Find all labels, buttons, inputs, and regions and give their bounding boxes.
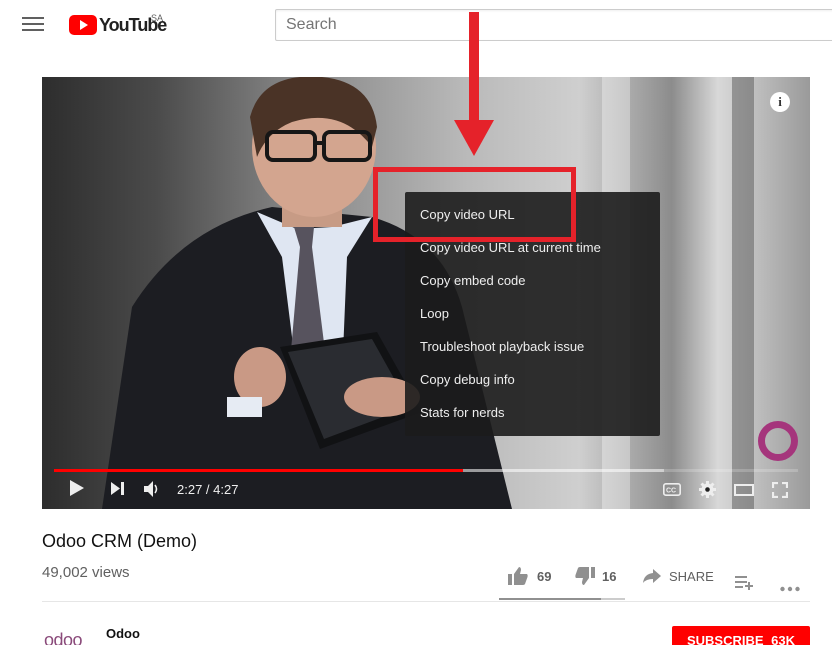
current-time: 2:27 [177, 482, 203, 497]
channel-watermark[interactable] [758, 421, 798, 461]
context-menu-item[interactable]: Copy embed code [405, 264, 660, 297]
subscribe-button[interactable]: SUBSCRIBE 63K [672, 626, 810, 645]
time-separator: / [202, 482, 214, 497]
youtube-watch-page: YouTube SA Search i 2:27 / 4:27 CC Copy … [0, 0, 832, 645]
thumbs-up-icon [508, 567, 528, 585]
context-menu-item[interactable]: Copy debug info [405, 363, 660, 396]
sentiment-like-part [499, 598, 602, 600]
fullscreen-icon[interactable] [772, 482, 788, 498]
share-arrow-icon [643, 569, 661, 583]
channel-name[interactable]: Odoo [106, 626, 140, 641]
thumbs-down-icon [575, 567, 595, 585]
subscriber-count: 63K [771, 633, 796, 645]
settings-gear-icon[interactable] [699, 481, 716, 498]
sentiment-bar [499, 598, 625, 600]
more-actions-icon[interactable] [780, 574, 800, 604]
video-title: Odoo CRM (Demo) [42, 531, 198, 551]
masthead: YouTube SA [0, 0, 832, 52]
menu-icon[interactable] [22, 17, 44, 33]
view-count: 49,002 views [42, 564, 130, 581]
volume-icon[interactable] [144, 481, 160, 497]
play-icon[interactable] [70, 480, 84, 496]
context-menu-item[interactable]: Troubleshoot playback issue [405, 330, 660, 363]
next-icon[interactable] [111, 482, 124, 495]
play-logo-icon [69, 15, 97, 35]
like-count: 69 [537, 568, 552, 584]
svg-text:CC: CC [666, 488, 676, 495]
time-display: 2:27 / 4:27 [177, 482, 238, 497]
search-input[interactable] [276, 10, 832, 40]
divider [42, 601, 810, 602]
player-controls: 2:27 / 4:27 CC [42, 474, 810, 504]
duration: 4:27 [213, 482, 239, 497]
subscribe-label: SUBSCRIBE [686, 633, 764, 645]
country-code: SA [151, 13, 164, 23]
search-box [275, 9, 832, 41]
annotation-arrow [469, 12, 479, 124]
dislike-count: 16 [602, 568, 617, 584]
channel-avatar[interactable]: odoo [44, 630, 83, 645]
annotation-highlight-box [373, 167, 576, 242]
dislike-button[interactable]: 16 [575, 561, 616, 591]
progress-bar[interactable] [54, 469, 798, 472]
theater-mode-icon[interactable] [734, 484, 754, 496]
share-button[interactable]: SHARE [643, 561, 714, 591]
like-button[interactable]: 69 [508, 561, 551, 591]
save-to-playlist-icon[interactable] [735, 568, 753, 598]
context-menu-item[interactable]: Stats for nerds [405, 396, 660, 429]
info-icon[interactable]: i [770, 92, 790, 112]
context-menu-item[interactable]: Loop [405, 297, 660, 330]
share-label: SHARE [669, 568, 714, 584]
annotation-arrow-head [454, 120, 494, 156]
captions-icon[interactable]: CC [663, 483, 681, 496]
progress-played [54, 469, 464, 472]
